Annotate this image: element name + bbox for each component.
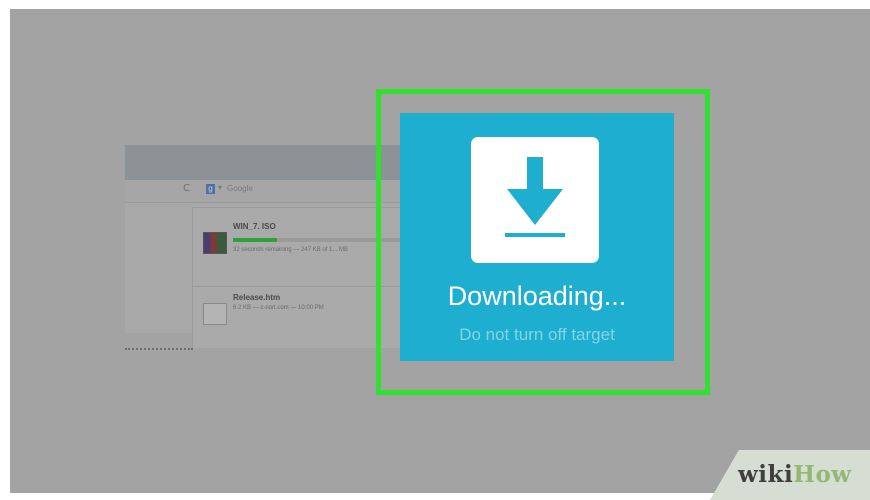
- wikihow-watermark: wikiHow: [738, 461, 852, 488]
- download-arrow-icon: [505, 157, 565, 237]
- chevron-down-icon[interactable]: ▾: [218, 183, 222, 192]
- browser-titlebar: [125, 145, 405, 180]
- watermark-part1: wiki: [738, 461, 794, 488]
- overlay-subtitle: Do not turn off target: [459, 325, 615, 344]
- download-filename: Release.htm: [233, 293, 281, 302]
- google-icon[interactable]: g: [206, 184, 215, 194]
- divider: [125, 348, 193, 350]
- document-icon: [203, 303, 227, 325]
- download-status: 32 seconds remaining — 247 KB of 1... MB: [233, 247, 349, 253]
- downloading-overlay: Downloading... Do not turn off target: [400, 113, 674, 361]
- search-engine-label[interactable]: Google: [227, 184, 253, 193]
- reload-icon[interactable]: C: [183, 183, 190, 194]
- watermark-part2: How: [793, 461, 852, 488]
- download-progress-fill: [233, 238, 278, 242]
- browser-toolbar: C g ▾ Google: [125, 180, 405, 203]
- rar-archive-icon: [203, 232, 227, 254]
- download-status: 6.2 KB — c-nort.com — 10:00 PM: [233, 305, 324, 311]
- overlay-title: Downloading...: [447, 281, 627, 311]
- download-filename: WIN_7. ISO: [233, 222, 276, 231]
- download-icon-tile: [471, 137, 599, 263]
- screen-backdrop: C g ▾ Google WIN_7. ISO 32 seconds remai…: [10, 9, 870, 493]
